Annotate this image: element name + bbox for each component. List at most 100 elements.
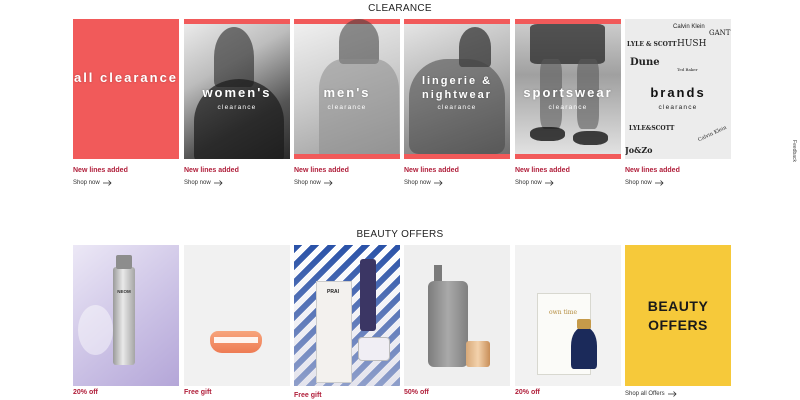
serum-bottle [428, 281, 468, 367]
brand-logo: Ted Baker [677, 67, 698, 72]
beauty-offers-heading: BEAUTY OFFERS [356, 229, 444, 240]
clearance-card-all[interactable]: all clearance New lines added Shop now [73, 19, 179, 186]
shoe-left [530, 127, 565, 141]
tile-title: lingerie & nightwear [421, 75, 493, 101]
tile-subtitle: clearance [658, 104, 698, 111]
model-photo [339, 19, 379, 64]
beauty-card-all-offers[interactable]: BEAUTY OFFERS Shop all Offers [625, 245, 731, 397]
status-label: New lines added [294, 167, 349, 174]
offer-label: 20% off [73, 389, 98, 396]
perfume-bottle [571, 327, 597, 369]
status-label: New lines added [625, 167, 680, 174]
jar-label [214, 337, 258, 343]
brand-logo: Calvin Klein [673, 24, 705, 30]
beauty-card-jar[interactable]: Free gift [184, 245, 290, 396]
shoe-right [573, 131, 608, 145]
shop-now-label: Shop now [404, 180, 431, 186]
tile-title: women's [202, 85, 272, 100]
shop-now-label: Shop now [625, 180, 652, 186]
clearance-tile-mens[interactable]: men's clearance [294, 19, 400, 159]
offer-label: 20% off [515, 389, 540, 396]
product-label: PRAI [327, 289, 339, 295]
product-image-prai[interactable]: PRAI [294, 245, 400, 386]
clearance-card-lingerie[interactable]: lingerie & nightwear clearance New lines… [404, 19, 510, 186]
clearance-card-womens[interactable]: women's clearance New lines added Shop n… [184, 19, 290, 186]
model-photo [530, 24, 605, 64]
shop-now-link[interactable]: Shop now [404, 180, 443, 186]
tile-subtitle: clearance [437, 104, 477, 111]
clearance-card-mens[interactable]: men's clearance New lines added Shop now [294, 19, 400, 186]
brand-logo: Jo&Zo [625, 145, 653, 155]
arrow-right-icon [654, 180, 664, 186]
beauty-offers-panel-title: BEAUTY OFFERS [647, 298, 709, 333]
feedback-tab[interactable]: Feedback [791, 140, 797, 162]
cream-pot [358, 337, 390, 361]
clearance-card-sportswear[interactable]: sportswear clearance New lines added Sho… [515, 19, 621, 186]
perfume-cap [577, 319, 591, 329]
tile-title: sportswear [523, 85, 613, 100]
status-label: New lines added [184, 167, 239, 174]
bottle-cap-gold [466, 341, 490, 367]
product-image-serum[interactable] [404, 245, 510, 386]
brand-logo: LYLE&SCOTT [629, 125, 675, 132]
product-image-neom[interactable]: NEOM [73, 245, 179, 386]
model-photo [214, 27, 254, 87]
status-label: New lines added [73, 167, 128, 174]
beauty-card-neom[interactable]: NEOM 20% off [73, 245, 179, 396]
offer-label: 50% off [404, 389, 429, 396]
product-image-jar[interactable] [184, 245, 290, 386]
beauty-card-prai[interactable]: PRAI Free gift [294, 245, 400, 399]
arrow-right-icon [433, 180, 443, 186]
shop-all-offers-link[interactable]: Shop all Offers [625, 391, 677, 397]
clearance-heading: CLEARANCE [368, 3, 432, 14]
beauty-offers-panel[interactable]: BEAUTY OFFERS [625, 245, 731, 386]
shop-now-link[interactable]: Shop now [73, 180, 112, 186]
feather-decoration [78, 305, 113, 355]
clearance-tile-all[interactable]: all clearance [73, 19, 179, 159]
bottle-cap [116, 255, 132, 269]
serum-tube [360, 259, 376, 331]
accent-bar [184, 19, 290, 24]
clearance-tile-brands[interactable]: Calvin Klein LYLE & SCOTT HUSH Dune GANT… [625, 19, 731, 159]
accent-bar-bottom [404, 154, 510, 159]
tile-subtitle: clearance [548, 104, 588, 111]
beauty-card-serum[interactable]: 50% off [404, 245, 510, 396]
clearance-tile-womens[interactable]: women's clearance [184, 19, 290, 159]
brand-logo: Calvin Klein [697, 124, 728, 144]
clearance-tile-lingerie[interactable]: lingerie & nightwear clearance [404, 19, 510, 159]
beauty-card-owntime[interactable]: own time 20% off [515, 245, 621, 396]
offer-label: Free gift [184, 389, 212, 396]
brand-logo: Dune [630, 57, 660, 68]
tile-subtitle: clearance [327, 104, 367, 111]
offer-label: Free gift [294, 392, 322, 399]
product-label: NEOM [117, 289, 131, 294]
shop-now-label: Shop now [184, 180, 211, 186]
arrow-right-icon [102, 180, 112, 186]
arrow-right-icon [667, 391, 677, 397]
shop-now-label: Shop now [515, 180, 542, 186]
tile-title: brands [650, 85, 706, 100]
perfume-bottle [113, 267, 135, 365]
brand-logo: HUSH [677, 39, 707, 49]
shop-now-label: Shop now [294, 180, 321, 186]
status-label: New lines added [404, 167, 459, 174]
shop-now-link[interactable]: Shop now [625, 180, 664, 186]
shop-all-offers-label: Shop all Offers [625, 391, 665, 397]
brand-logo: LYLE & SCOTT [627, 41, 677, 48]
product-box [316, 281, 352, 383]
status-label: New lines added [515, 167, 570, 174]
brand-logo: GANT [709, 29, 731, 37]
arrow-right-icon [544, 180, 554, 186]
accent-bar-bottom [515, 154, 621, 159]
shop-now-link[interactable]: Shop now [294, 180, 333, 186]
tile-title: men's [323, 85, 371, 100]
clearance-tile-sportswear[interactable]: sportswear clearance [515, 19, 621, 159]
product-image-owntime[interactable]: own time [515, 245, 621, 386]
clearance-card-brands[interactable]: Calvin Klein LYLE & SCOTT HUSH Dune GANT… [625, 19, 731, 186]
shop-now-link[interactable]: Shop now [515, 180, 554, 186]
tile-subtitle: clearance [217, 104, 257, 111]
tile-title: all clearance [73, 70, 179, 85]
accent-bar [404, 19, 510, 24]
shop-now-link[interactable]: Shop now [184, 180, 223, 186]
arrow-right-icon [213, 180, 223, 186]
